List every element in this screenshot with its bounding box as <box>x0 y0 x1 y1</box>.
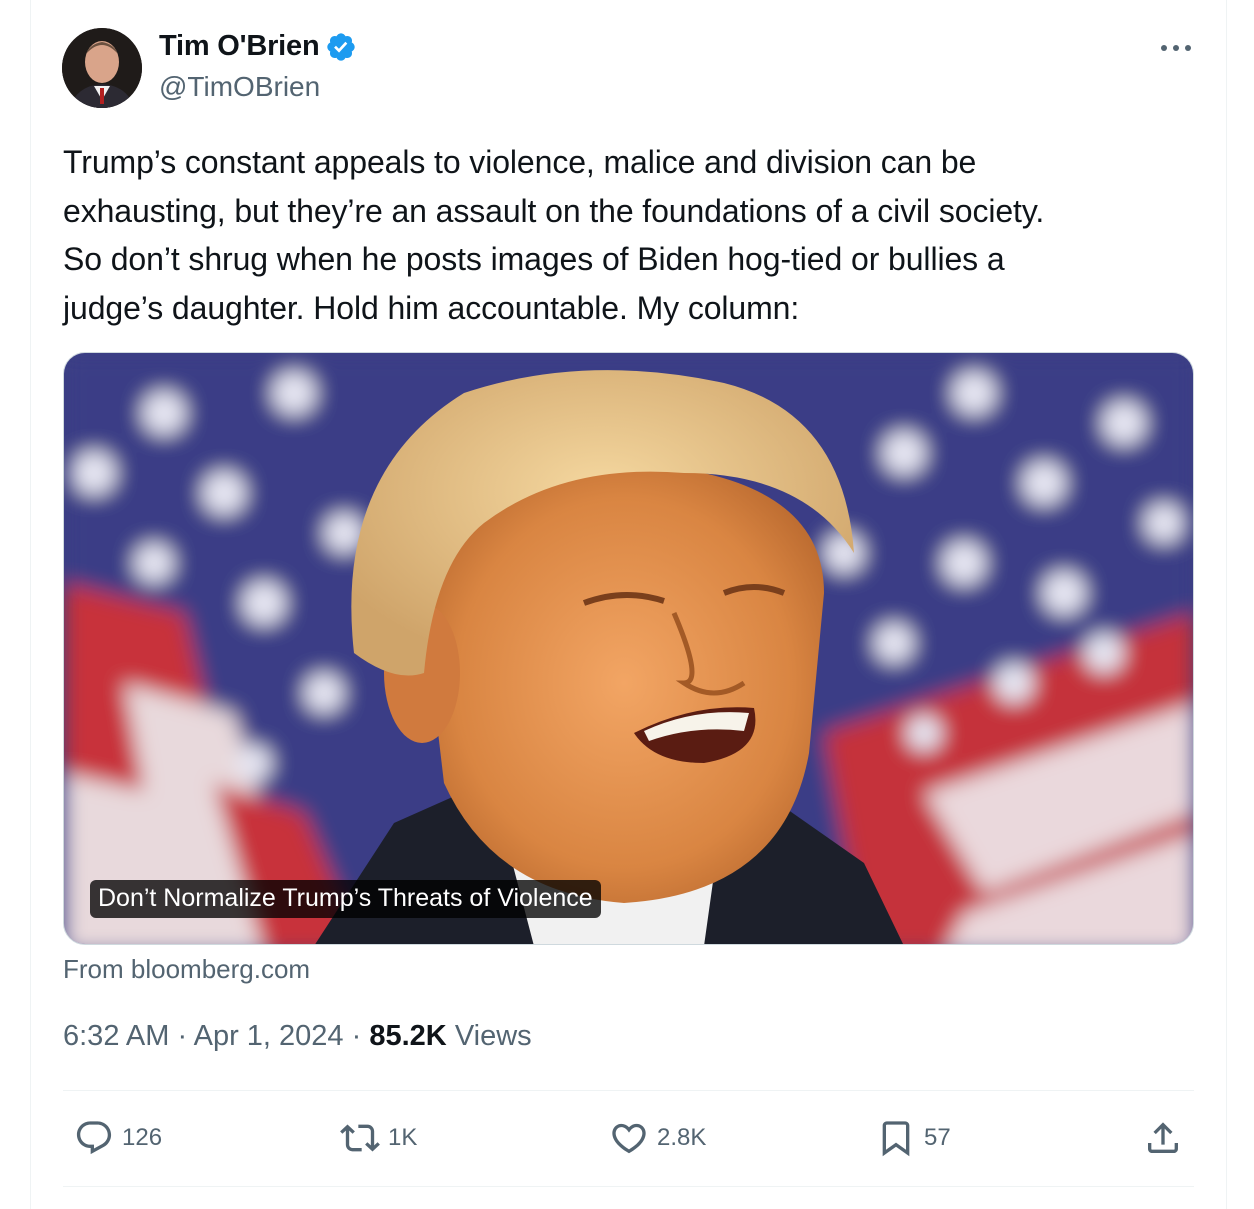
share-button[interactable] <box>1143 1118 1183 1158</box>
article-photo <box>64 353 1193 944</box>
share-icon <box>1148 1122 1178 1153</box>
reply-icon <box>76 1121 112 1155</box>
author-display-name[interactable]: Tim O'Brien <box>159 30 320 63</box>
author-handle[interactable]: @TimOBrien <box>159 71 320 103</box>
divider <box>63 1090 1194 1091</box>
views-label: Views <box>454 1020 532 1052</box>
divider <box>63 1186 1194 1187</box>
meta-separator: · <box>351 1020 362 1052</box>
link-card-image[interactable]: Don’t Normalize Trump’s Threats of Viole… <box>63 352 1194 945</box>
tweet-meta: 6:32 AM · Apr 1, 2024 · 85.2K Views <box>63 1020 532 1053</box>
tweet-text-line: So don’t shrug when he posts images of B… <box>63 241 1005 277</box>
tweet-text-line: judge’s daughter. Hold him accountable. … <box>63 289 800 326</box>
more-options-icon[interactable] <box>1158 36 1194 60</box>
tweet-time[interactable]: 6:32 AM <box>63 1020 169 1052</box>
reply-count: 126 <box>122 1124 163 1151</box>
repost-button[interactable]: 1K <box>340 1118 417 1158</box>
tweet-text-line: exhausting, but they’re an assault on th… <box>63 192 1045 229</box>
tweet-text-line: Trump’s constant appeals to violence, ma… <box>63 144 977 180</box>
link-source[interactable]: From bloomberg.com <box>63 954 310 985</box>
views-count: 85.2K <box>369 1020 447 1052</box>
heart-icon <box>612 1123 646 1154</box>
like-button[interactable]: 2.8K <box>609 1118 706 1158</box>
like-count: 2.8K <box>657 1124 707 1151</box>
repost-icon <box>340 1124 380 1152</box>
avatar[interactable] <box>62 28 142 108</box>
link-card-headline: Don’t Normalize Trump’s Threats of Viole… <box>90 880 601 918</box>
bookmark-button[interactable]: 57 <box>876 1118 951 1158</box>
meta-separator: · <box>177 1020 188 1052</box>
bookmark-icon <box>882 1121 910 1157</box>
verified-badge-icon <box>325 31 357 63</box>
author-name-row[interactable]: Tim O'Brien <box>159 30 357 63</box>
repost-count: 1K <box>388 1124 418 1151</box>
bookmark-count: 57 <box>924 1124 951 1151</box>
avatar-image <box>62 28 142 108</box>
tweet-text: Trump’s constant appeals to violence, ma… <box>63 138 1203 332</box>
tweet-date[interactable]: Apr 1, 2024 <box>194 1020 344 1052</box>
reply-button[interactable]: 126 <box>74 1118 162 1158</box>
